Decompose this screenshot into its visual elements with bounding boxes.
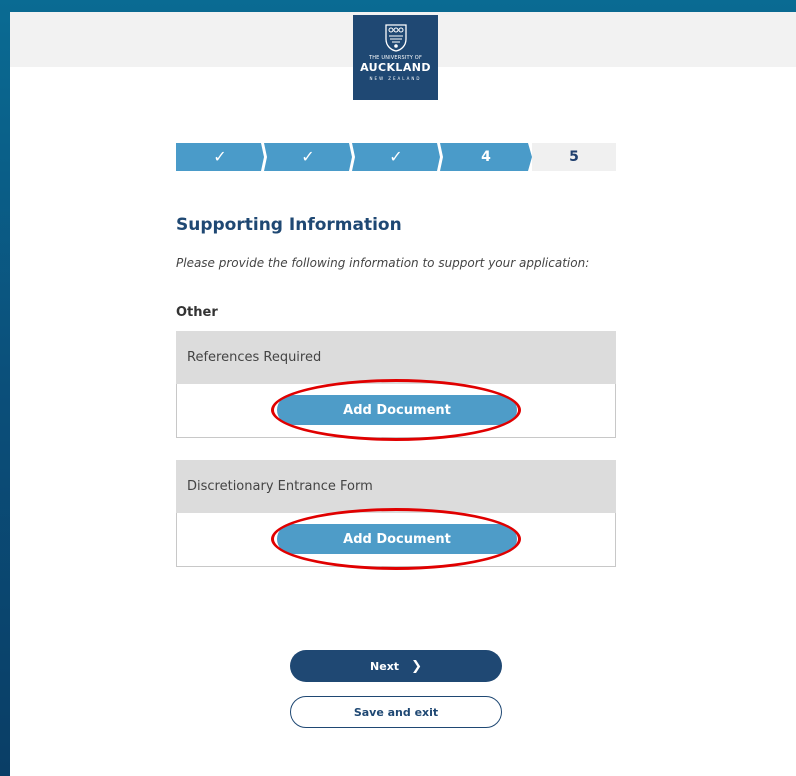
document-heading: References Required — [176, 331, 616, 384]
add-document-button[interactable]: Add Document — [277, 524, 517, 554]
document-body: Add Document — [176, 384, 616, 438]
next-button[interactable]: Next ❯ — [290, 650, 502, 682]
chevron-right-icon: ❯ — [411, 658, 422, 674]
university-logo: THE UNIVERSITY OF AUCKLAND NEW ZEALAND — [353, 15, 438, 100]
application-page: THE UNIVERSITY OF AUCKLAND NEW ZEALAND ✓… — [10, 12, 796, 776]
step-number: 5 — [569, 149, 579, 165]
document-body: Add Document — [176, 513, 616, 567]
document-references: References Required Add Document — [176, 331, 616, 438]
step-2[interactable]: ✓ — [264, 143, 352, 171]
step-4-current[interactable]: 4 — [440, 143, 532, 171]
step-number: 4 — [481, 149, 491, 165]
logo-line-2: AUCKLAND — [360, 61, 431, 74]
section-label: Other — [176, 305, 218, 320]
progress-stepper: ✓ ✓ ✓ 4 5 — [176, 143, 616, 171]
step-3[interactable]: ✓ — [352, 143, 440, 171]
checkmark-icon: ✓ — [301, 147, 315, 166]
document-heading: Discretionary Entrance Form — [176, 460, 616, 513]
next-label: Next — [370, 659, 400, 673]
checkmark-icon: ✓ — [389, 147, 403, 166]
crest-icon — [385, 24, 407, 52]
add-document-button[interactable]: Add Document — [277, 395, 517, 425]
step-5[interactable]: 5 — [532, 143, 616, 171]
checkmark-icon: ✓ — [213, 147, 227, 166]
page-title: Supporting Information — [176, 215, 402, 235]
document-discretionary-entrance: Discretionary Entrance Form Add Document — [176, 460, 616, 567]
logo-line-3: NEW ZEALAND — [369, 76, 422, 81]
step-1[interactable]: ✓ — [176, 143, 264, 171]
page-subtitle: Please provide the following information… — [176, 256, 590, 270]
save-and-exit-button[interactable]: Save and exit — [290, 696, 502, 728]
